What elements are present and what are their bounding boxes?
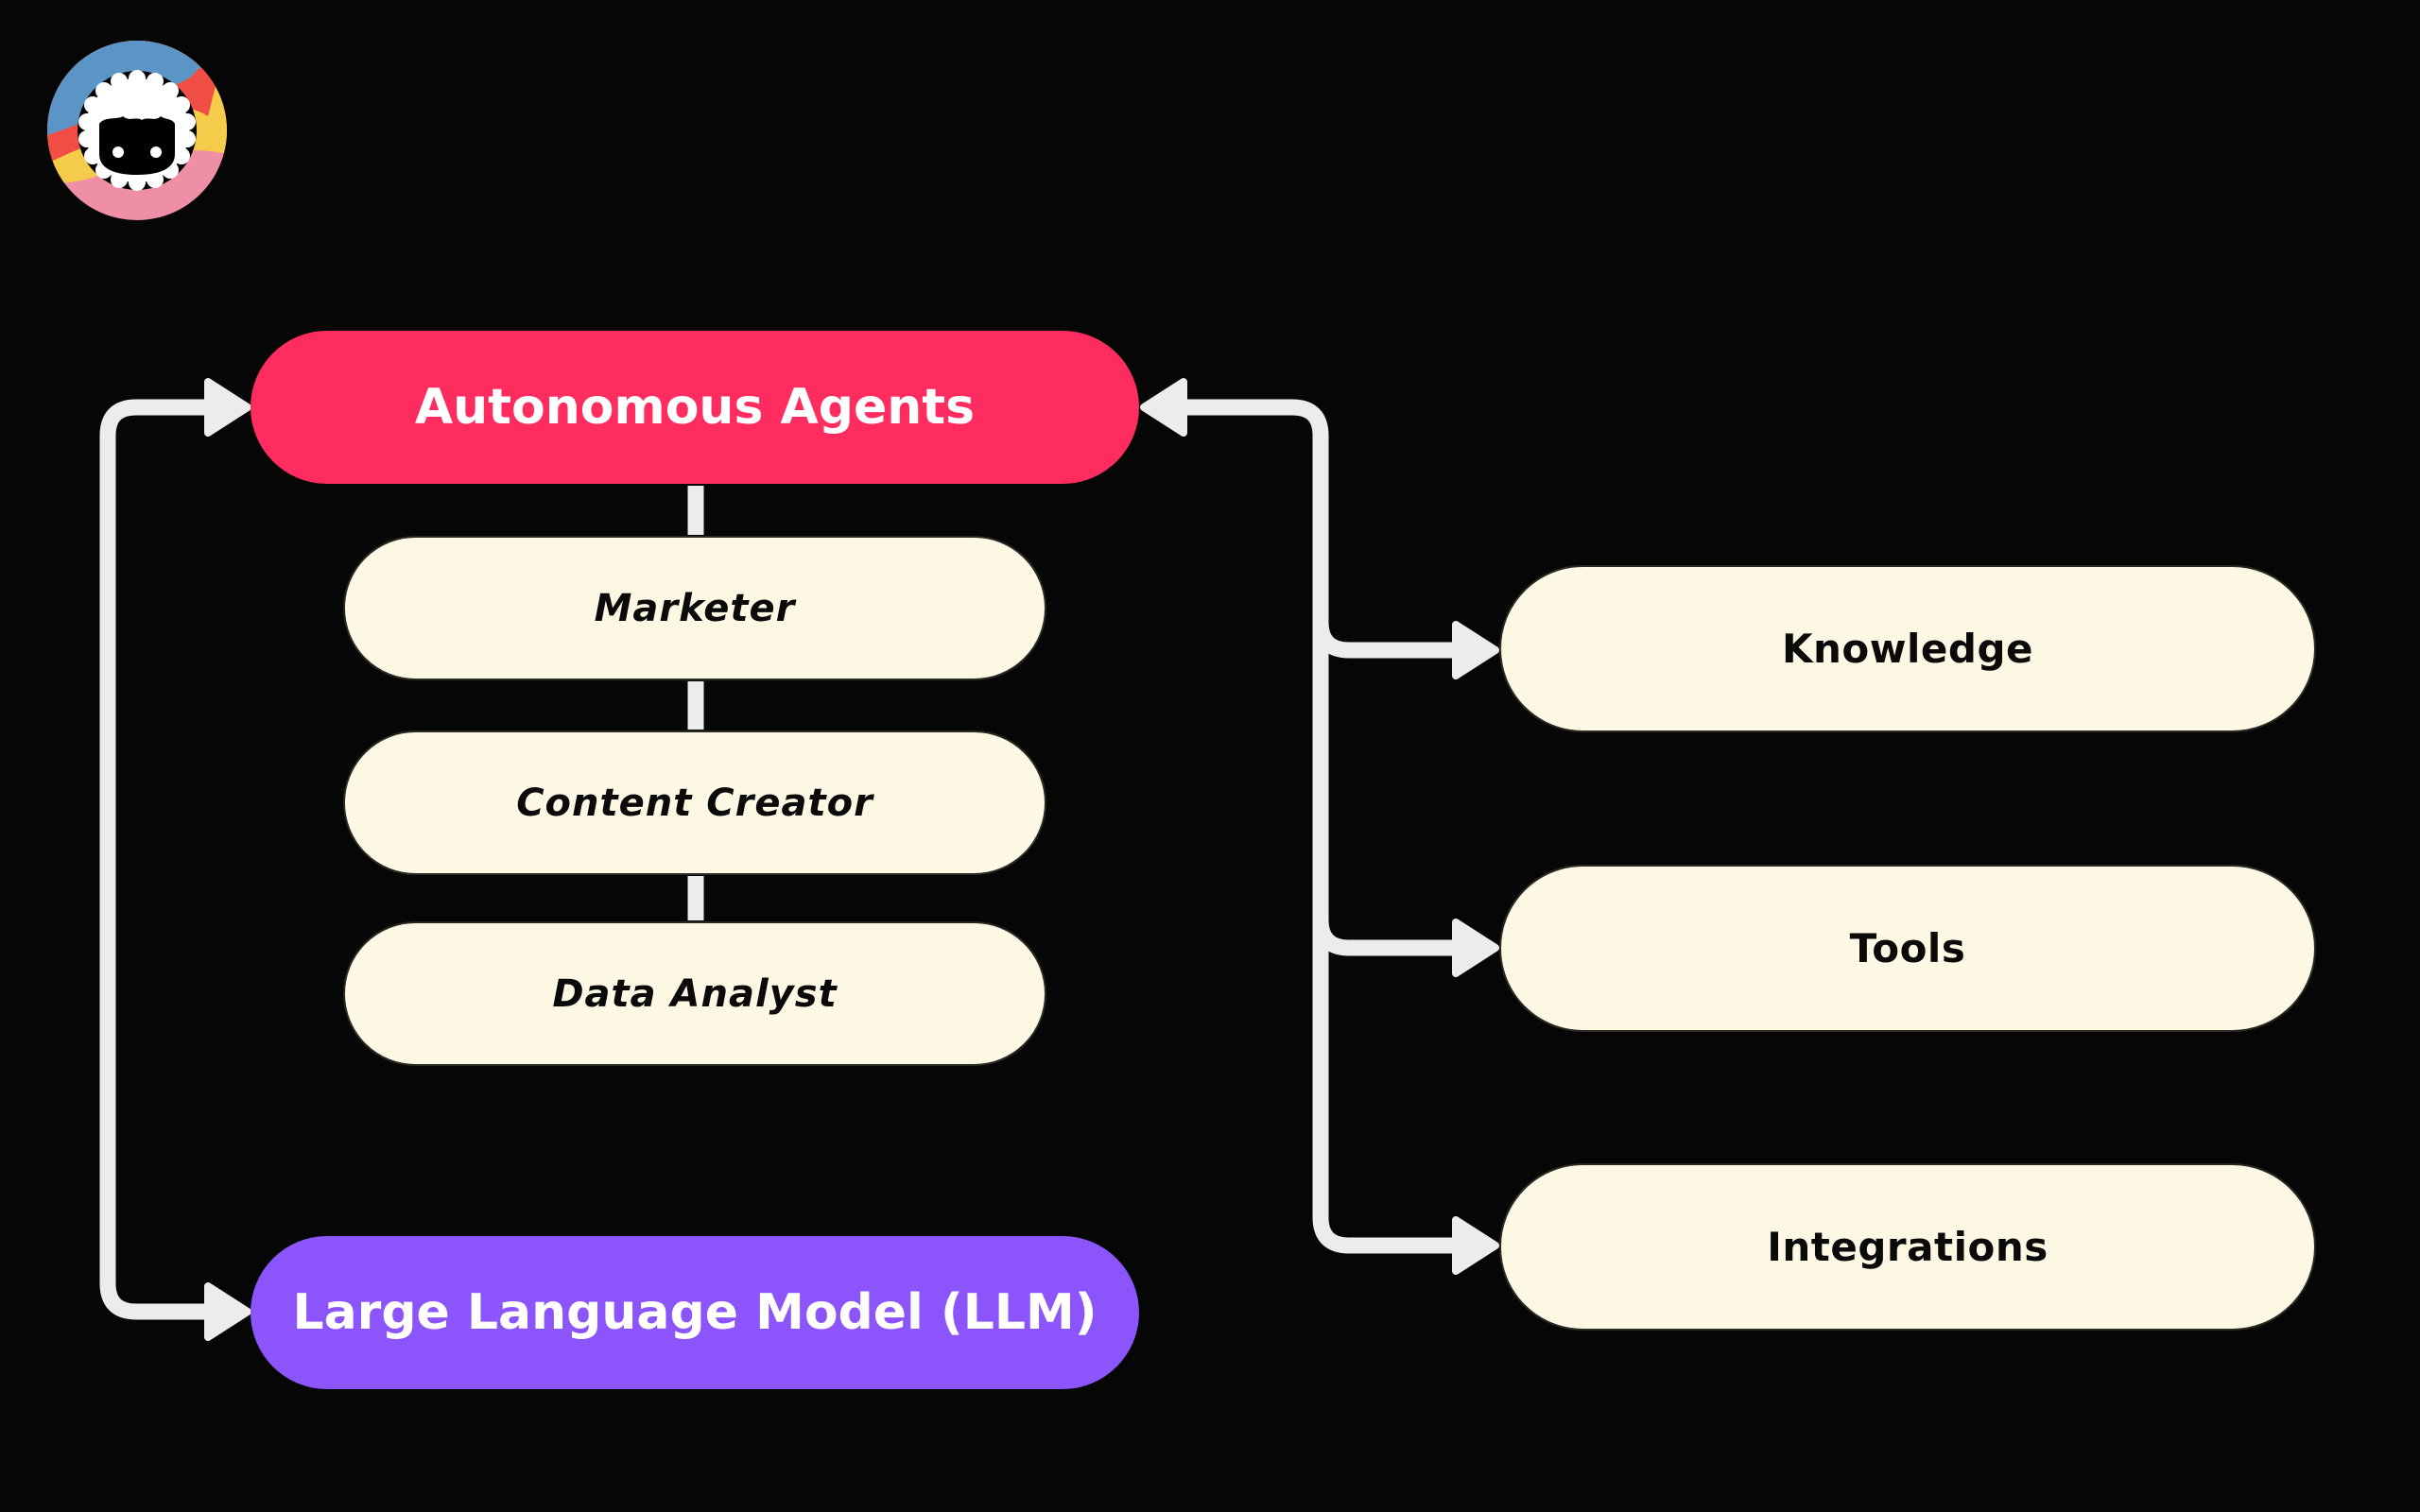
connector-resources-trunk (1184, 399, 1456, 1254)
node-autonomous-agents: Autonomous Agents (251, 331, 1139, 484)
arrowhead-agents-right (1140, 378, 1187, 437)
node-data-analyst-label: Data Analyst (552, 971, 838, 1016)
node-llm-label: Large Language Model (LLM) (292, 1284, 1098, 1341)
node-marketer: Marketer (343, 536, 1046, 680)
node-marketer-label: Marketer (594, 586, 796, 630)
node-integrations: Integrations (1499, 1163, 2316, 1331)
arrowhead-llm (204, 1282, 251, 1341)
connector-branch-tools (1312, 919, 1456, 956)
connector-branch-knowledge (1312, 621, 1456, 659)
node-tools-label: Tools (1849, 925, 1966, 971)
node-knowledge: Knowledge (1499, 565, 2316, 732)
node-tools: Tools (1499, 865, 2316, 1032)
node-llm: Large Language Model (LLM) (251, 1236, 1139, 1389)
connector-llm-agents (99, 399, 208, 1320)
node-content-creator-label: Content Creator (516, 781, 873, 825)
arrowhead-tools (1452, 919, 1499, 977)
arrowhead-agents-left (204, 378, 251, 437)
node-knowledge-label: Knowledge (1781, 626, 2034, 672)
node-autonomous-agents-label: Autonomous Agents (414, 379, 976, 436)
arrowhead-knowledge (1452, 621, 1499, 679)
arrowhead-integrations (1452, 1216, 1499, 1275)
node-content-creator: Content Creator (343, 730, 1046, 875)
node-integrations-label: Integrations (1767, 1224, 2048, 1270)
node-data-analyst: Data Analyst (343, 921, 1046, 1066)
